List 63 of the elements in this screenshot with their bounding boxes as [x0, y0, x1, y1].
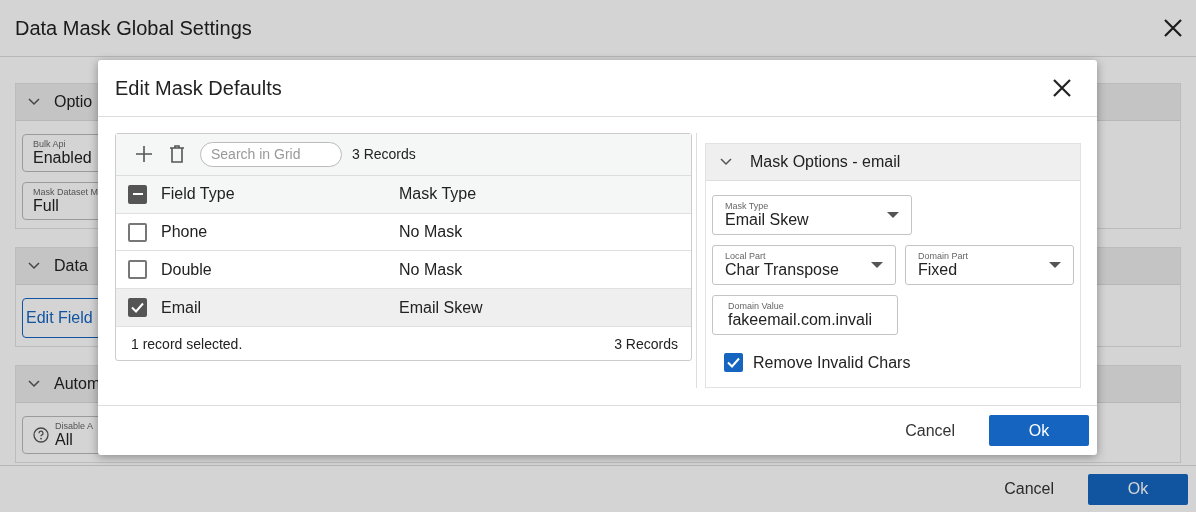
- ok-button[interactable]: Ok: [1088, 473, 1188, 505]
- dialog-title: Edit Mask Defaults: [115, 76, 282, 100]
- check-icon: [131, 302, 144, 314]
- field-label: Local Part: [725, 251, 767, 261]
- help-icon: [33, 427, 49, 443]
- search-field[interactable]: Search in Grid: [200, 141, 342, 167]
- section-title: Optio: [54, 93, 93, 111]
- field-value: Fixed: [917, 261, 959, 279]
- column-header[interactable]: Field Type: [147, 185, 399, 204]
- field-value: All: [55, 431, 74, 449]
- field-value: Full: [33, 197, 60, 215]
- window-title: Data Mask Global Settings: [15, 16, 252, 40]
- field-value: fakeemail.com.invali: [728, 311, 874, 329]
- remove-invalid-chars-checkbox[interactable]: Remove Invalid Chars: [712, 345, 1074, 380]
- field-label: Mask Type: [725, 201, 770, 211]
- column-header[interactable]: Mask Type: [399, 185, 477, 204]
- select-field[interactable]: Mask Type Email Skew: [712, 195, 912, 235]
- record-count: 3 Records: [614, 335, 678, 352]
- close-icon[interactable]: [1164, 19, 1182, 37]
- close-icon[interactable]: [1053, 79, 1071, 97]
- dash-icon: [132, 193, 143, 196]
- chevron-down-icon[interactable]: [28, 262, 40, 270]
- select-all-checkbox[interactable]: [128, 184, 147, 204]
- row-checkbox[interactable]: [128, 260, 147, 280]
- record-count: 3 Records: [352, 146, 416, 163]
- table-cell: No Mask: [399, 223, 463, 242]
- table-cell-text: Phone: [160, 223, 209, 242]
- table-row[interactable]: Email Email Skew: [116, 289, 691, 328]
- text-field[interactable]: Domain Value fakeemail.com.invali: [712, 295, 898, 335]
- select-field[interactable]: Domain Part Fixed: [904, 245, 1074, 285]
- table-cell-text: Double: [160, 260, 213, 279]
- ok-button[interactable]: Ok: [989, 415, 1089, 446]
- chevron-down-icon[interactable]: [720, 158, 732, 166]
- trash-icon[interactable]: [170, 145, 184, 164]
- field-value: Email Skew: [725, 211, 809, 229]
- table-cell: No Mask: [399, 260, 463, 279]
- chevron-down-icon[interactable]: [28, 380, 40, 388]
- caret-icon: [1049, 262, 1061, 268]
- caret-icon: [870, 262, 883, 268]
- row-checkbox[interactable]: [128, 222, 147, 242]
- field-label: Bulk Api: [33, 139, 67, 149]
- field-label: Disable A: [55, 421, 94, 431]
- select-field[interactable]: Local Part Char Transpose: [712, 245, 896, 285]
- check-icon: [727, 357, 740, 368]
- plus-icon[interactable]: [136, 146, 152, 163]
- chevron-down-icon[interactable]: [28, 98, 40, 106]
- table-cell: Email Skew: [399, 298, 483, 317]
- section-title: Mask Options - email: [750, 153, 901, 171]
- row-checkbox[interactable]: [128, 298, 147, 318]
- section-header[interactable]: Mask Options - email: [706, 144, 1080, 181]
- field-label: Domain Part: [917, 251, 968, 261]
- field-label: Mask Dataset M: [33, 187, 99, 197]
- checkbox[interactable]: [724, 353, 743, 372]
- field-value: Enabled: [33, 149, 92, 167]
- caret-icon: [887, 212, 899, 218]
- section-title: Data: [54, 257, 88, 275]
- table-cell-text: Email: [160, 298, 202, 317]
- field-value: Char Transpose: [725, 261, 839, 279]
- field-label: Domain Value: [728, 301, 785, 311]
- cancel-button[interactable]: Cancel: [897, 415, 963, 446]
- selection-status: 1 record selected.: [131, 335, 243, 352]
- checkbox-label: Remove Invalid Chars: [753, 353, 911, 372]
- cancel-button[interactable]: Cancel: [996, 473, 1062, 505]
